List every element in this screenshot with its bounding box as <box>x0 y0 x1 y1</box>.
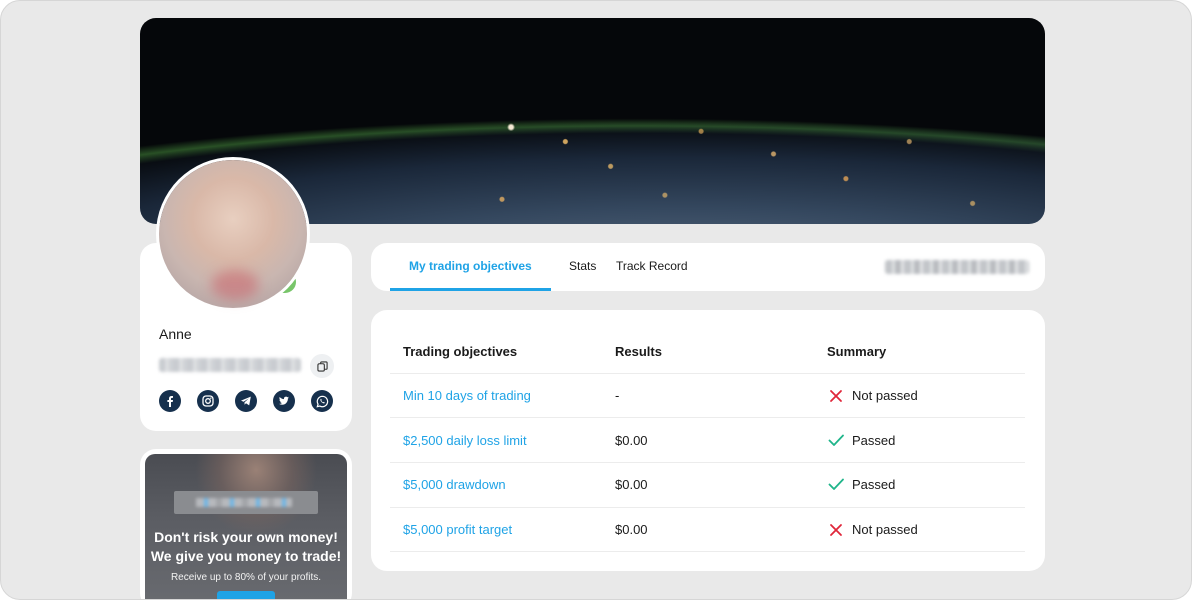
result-value: $0.00 <box>615 433 648 448</box>
profile-link-redacted <box>159 358 301 372</box>
telegram-icon <box>241 396 251 406</box>
active-tab-indicator <box>390 288 551 291</box>
facebook-link[interactable] <box>159 390 181 412</box>
promo-cta-button[interactable] <box>217 591 275 599</box>
objective-link[interactable]: $5,000 profit target <box>403 522 512 537</box>
copy-link-button[interactable] <box>310 354 334 378</box>
promo-subtext: Receive up to 80% of your profits. <box>170 572 322 583</box>
column-header-summary: Summary <box>827 344 887 359</box>
row-divider <box>390 373 1025 374</box>
summary-status: Passed <box>852 477 896 492</box>
instagram-icon <box>202 395 214 407</box>
row-divider <box>390 507 1025 508</box>
row-divider <box>390 551 1025 552</box>
checkmark-icon <box>828 434 844 446</box>
promo-headline-1: Don't risk your own money! <box>154 529 338 545</box>
summary-status: Passed <box>852 433 896 448</box>
twitter-link[interactable] <box>273 390 295 412</box>
column-header-objectives: Trading objectives <box>403 344 518 359</box>
objective-link[interactable]: $5,000 drawdown <box>403 477 506 492</box>
row-divider <box>390 462 1025 463</box>
objective-link[interactable]: Min 10 days of trading <box>403 388 531 403</box>
promo-headline-2: We give you money to trade! <box>150 548 342 564</box>
cross-icon <box>830 524 842 536</box>
result-value: - <box>615 388 620 403</box>
promo-logo-redacted <box>174 491 318 514</box>
copy-icon <box>316 360 328 372</box>
facebook-icon <box>167 396 173 407</box>
page-frame: Anne Don't risk your own money! We give … <box>0 0 1192 600</box>
twitter-icon <box>279 396 289 405</box>
objective-link[interactable]: $2,500 daily loss limit <box>403 433 527 448</box>
summary-status: Not passed <box>852 388 918 403</box>
result-value: $0.00 <box>615 522 648 537</box>
whatsapp-link[interactable] <box>311 390 333 412</box>
tab-my-trading-objectives[interactable]: My trading objectives <box>409 259 532 273</box>
column-header-results: Results <box>615 344 662 359</box>
telegram-link[interactable] <box>235 390 257 412</box>
account-id-redacted <box>885 260 1029 274</box>
tab-track-record[interactable]: Track Record <box>616 259 688 273</box>
avatar[interactable] <box>159 160 307 308</box>
row-divider <box>390 417 1025 418</box>
tab-stats[interactable]: Stats <box>569 259 596 273</box>
profile-name: Anne <box>159 326 192 342</box>
result-value: $0.00 <box>615 477 648 492</box>
instagram-link[interactable] <box>197 390 219 412</box>
checkmark-icon <box>828 478 844 490</box>
whatsapp-icon <box>315 395 328 408</box>
cross-icon <box>830 390 842 402</box>
summary-status: Not passed <box>852 522 918 537</box>
